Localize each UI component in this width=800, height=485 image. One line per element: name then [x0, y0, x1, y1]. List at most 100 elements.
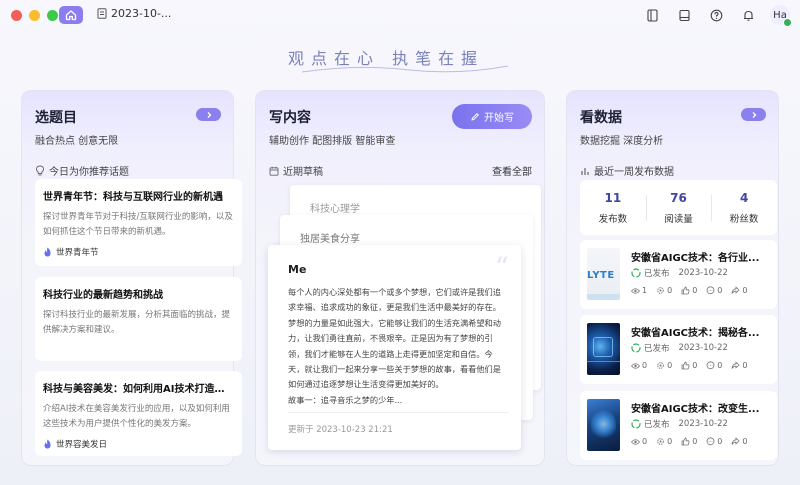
settings-count[interactable]: 0	[656, 437, 672, 446]
data-card-title: 看数据	[580, 110, 622, 126]
bell-icon	[743, 10, 753, 21]
article-thumbnail: LYTE	[587, 248, 620, 300]
comments-count[interactable]: 0	[706, 286, 722, 295]
help-button[interactable]	[706, 5, 726, 25]
window-controls	[11, 9, 58, 21]
likes-value: 0	[692, 437, 698, 446]
topics-card-title: 选题目	[35, 110, 77, 126]
document-icon	[97, 8, 107, 19]
help-icon	[710, 9, 722, 21]
topic-title: 科技行业的最新趋势和挑战	[43, 290, 163, 301]
sidebar-toggle-button[interactable]	[642, 5, 662, 25]
draft-note-title: Me	[288, 263, 307, 276]
likes-count[interactable]: 0	[681, 437, 697, 446]
draft-note-updated: 更新于 2023-10-23 21:21	[288, 425, 393, 435]
topics-card: 选题目 融合热点 创意无限 今日为你推荐话题 世界青年节：科技与互联网行业的新机…	[21, 90, 242, 466]
article-item[interactable]: 安徽省AIGC技术：揭秘各... 已发布 2023-10-22 0 0 0 0 …	[580, 315, 777, 384]
recycle-icon	[631, 343, 641, 353]
draft-note-body: 每个人的内心深处都有一个或多个梦想，它们或许是我们追求幸福、追求成功的象征，更是…	[288, 285, 508, 408]
topics-more-button[interactable]	[196, 108, 221, 121]
slogan-underline-decoration	[301, 65, 509, 73]
article-status: 已发布	[644, 269, 670, 279]
likes-count[interactable]: 0	[681, 286, 697, 295]
settings-value: 0	[667, 437, 673, 446]
article-title: 安徽省AIGC技术：各行业...	[631, 253, 760, 264]
gear-icon	[657, 362, 664, 369]
article-meta: 已发布 2023-10-22	[631, 342, 728, 354]
notifications-button[interactable]	[738, 5, 758, 25]
settings-count[interactable]: 0	[656, 286, 672, 295]
avatar[interactable]: Ha	[770, 5, 792, 27]
lightbulb-icon	[36, 165, 44, 176]
eye-icon	[631, 362, 640, 369]
close-window-button[interactable]	[11, 9, 22, 21]
topic-tag: 世界青年节	[43, 246, 234, 258]
topic-title: 科技与美容美发：如何利用AI技术打造个性化美发方案	[43, 384, 234, 395]
settings-count[interactable]: 0	[656, 361, 672, 370]
views-count[interactable]: 0	[631, 437, 647, 446]
stat-label: 阅读量	[664, 213, 693, 225]
topic-description: 探讨世界青年节对于科技/互联网行业的影响，以及如何抓住这个节日带来的新机遇。	[43, 212, 233, 237]
stat-followers[interactable]: 4 粉丝数	[711, 191, 777, 225]
article-title: 安徽省AIGC技术：揭秘各...	[631, 328, 760, 339]
comments-count[interactable]: 0	[706, 361, 722, 370]
book-icon	[678, 9, 690, 21]
share-icon	[731, 361, 740, 369]
shares-count[interactable]: 0	[731, 437, 747, 446]
topic-card[interactable]: 世界青年节：科技与互联网行业的新机遇 探讨世界青年节对于科技/互联网行业的影响，…	[35, 179, 242, 266]
article-item[interactable]: 安徽省AIGC技术：改变生... 已发布 2023-10-22 0 0 0 0 …	[580, 391, 777, 460]
shares-value: 0	[742, 361, 748, 370]
shares-count[interactable]: 0	[731, 361, 747, 370]
fire-icon	[44, 439, 51, 449]
article-thumbnail-text: LYTE	[587, 270, 615, 281]
article-thumbnail	[587, 323, 620, 375]
views-value: 1	[642, 286, 648, 295]
stat-reads[interactable]: 76 阅读量	[645, 190, 712, 225]
topic-tag: 世界容美发日	[43, 438, 234, 450]
draft-note[interactable]: Me “ 每个人的内心深处都有一个或多个梦想，它们或许是我们追求幸福、追求成功的…	[268, 245, 521, 450]
stat-published[interactable]: 11 发布数	[580, 191, 646, 225]
article-date: 2023-10-22	[678, 419, 728, 429]
views-count[interactable]: 0	[631, 361, 647, 370]
shares-count[interactable]: 0	[731, 286, 747, 295]
book-button[interactable]	[674, 5, 694, 25]
chevron-right-icon	[752, 111, 756, 118]
write-card-title: 写内容	[269, 110, 311, 126]
comments-value: 0	[717, 286, 723, 295]
stat-value: 11	[604, 190, 622, 205]
topic-card[interactable]: 科技与美容美发：如何利用AI技术打造个性化美发方案 介绍AI技术在美容美发行业的…	[35, 371, 242, 456]
stat-value: 76	[670, 190, 687, 205]
likes-count[interactable]: 0	[681, 361, 697, 370]
minimize-window-button[interactable]	[29, 9, 40, 21]
calendar-icon	[269, 166, 279, 176]
data-more-button[interactable]	[741, 108, 766, 121]
article-item[interactable]: LYTE 安徽省AIGC技术：各行业... 已发布 2023-10-22 1 0…	[580, 240, 777, 309]
article-title: 安徽省AIGC技术：改变生...	[631, 404, 760, 415]
zoom-window-button[interactable]	[47, 9, 58, 21]
stats-summary: 11 发布数 76 阅读量 4 粉丝数	[580, 180, 777, 235]
stat-label: 粉丝数	[729, 213, 759, 225]
chevron-right-icon	[207, 111, 211, 118]
topic-description: 探讨科技行业的最新发展，分析其面临的挑战，提供解决方案和建议。	[43, 310, 231, 335]
topic-description: 介绍AI技术在美容美发行业的应用，以及如何利用这些技术为用户提供个性化的美发方案…	[43, 404, 230, 429]
topic-card[interactable]: 科技行业的最新趋势和挑战 探讨科技行业的最新发展，分析其面临的挑战，提供解决方案…	[35, 277, 242, 361]
eye-icon	[631, 438, 640, 445]
settings-value: 0	[667, 361, 673, 370]
article-date: 2023-10-22	[678, 343, 728, 353]
stat-label: 发布数	[598, 213, 628, 225]
quote-icon: “	[494, 251, 509, 284]
likes-value: 0	[692, 286, 698, 295]
shares-value: 0	[742, 437, 748, 446]
share-icon	[731, 286, 740, 294]
sidebar-icon	[646, 8, 658, 22]
tab-document[interactable]: 2023-10-...	[97, 7, 171, 20]
comments-count[interactable]: 0	[706, 437, 722, 446]
write-card: 写内容 开始写 辅助创作 配图排版 智能审查 近期草稿 查看全部 科技心理学 独…	[255, 90, 545, 466]
start-writing-button[interactable]: 开始写	[452, 104, 532, 129]
view-all-link[interactable]: 查看全部	[492, 163, 532, 178]
views-count[interactable]: 1	[631, 286, 647, 295]
tab-home[interactable]	[59, 6, 83, 24]
share-icon	[731, 437, 740, 445]
gear-icon	[657, 438, 664, 445]
views-value: 0	[642, 361, 648, 370]
